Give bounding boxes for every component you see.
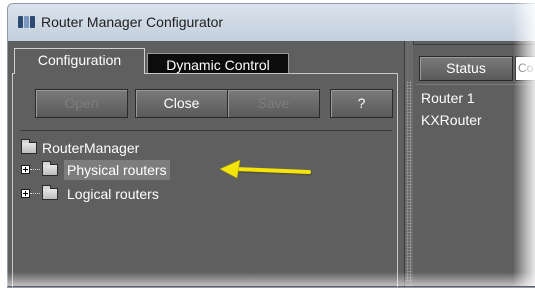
status-panel: Status Co Router 1 KXRouter <box>413 44 535 288</box>
open-button[interactable]: Open <box>35 89 128 118</box>
tree-connector <box>30 193 40 195</box>
router-manager-app-icon <box>18 16 35 28</box>
folder-icon <box>42 164 58 176</box>
yellow-arrow-annotation <box>220 160 312 184</box>
router-status-list: Router 1 KXRouter <box>416 84 533 285</box>
tree-connector <box>30 169 40 171</box>
app-content: Configuration Dynamic Control Open Close… <box>8 41 535 287</box>
close-button[interactable]: Close <box>135 89 228 118</box>
expand-plus-icon[interactable] <box>21 165 30 174</box>
list-item[interactable]: KXRouter <box>421 112 482 128</box>
tab-dynamic-control[interactable]: Dynamic Control <box>147 53 289 75</box>
tree-node-label: Physical routers <box>64 160 170 180</box>
configuration-panel: Configuration Dynamic Control Open Close… <box>10 44 400 287</box>
tab-configuration[interactable]: Configuration <box>14 48 145 74</box>
tree-divider <box>20 130 392 131</box>
window-title: Router Manager Configurator <box>41 14 223 30</box>
app-window: Router Manager Configurator Configuratio… <box>7 3 535 288</box>
splitter-grip[interactable] <box>406 81 412 281</box>
folder-icon <box>21 142 37 154</box>
help-button[interactable]: ? <box>330 89 393 118</box>
folder-icon <box>42 188 58 200</box>
configuration-tab-body: Open Close Save ? RouterManager Physical… <box>12 73 398 287</box>
tree-node-label: RouterManager <box>42 138 139 158</box>
status-input[interactable]: Co <box>515 56 535 81</box>
save-button[interactable]: Save <box>227 89 320 118</box>
tree-node-label: Logical routers <box>67 184 159 204</box>
status-button[interactable]: Status <box>419 56 513 81</box>
title-bar[interactable]: Router Manager Configurator <box>8 4 535 41</box>
expand-plus-icon[interactable] <box>21 189 30 198</box>
list-item[interactable]: Router 1 <box>421 90 475 106</box>
